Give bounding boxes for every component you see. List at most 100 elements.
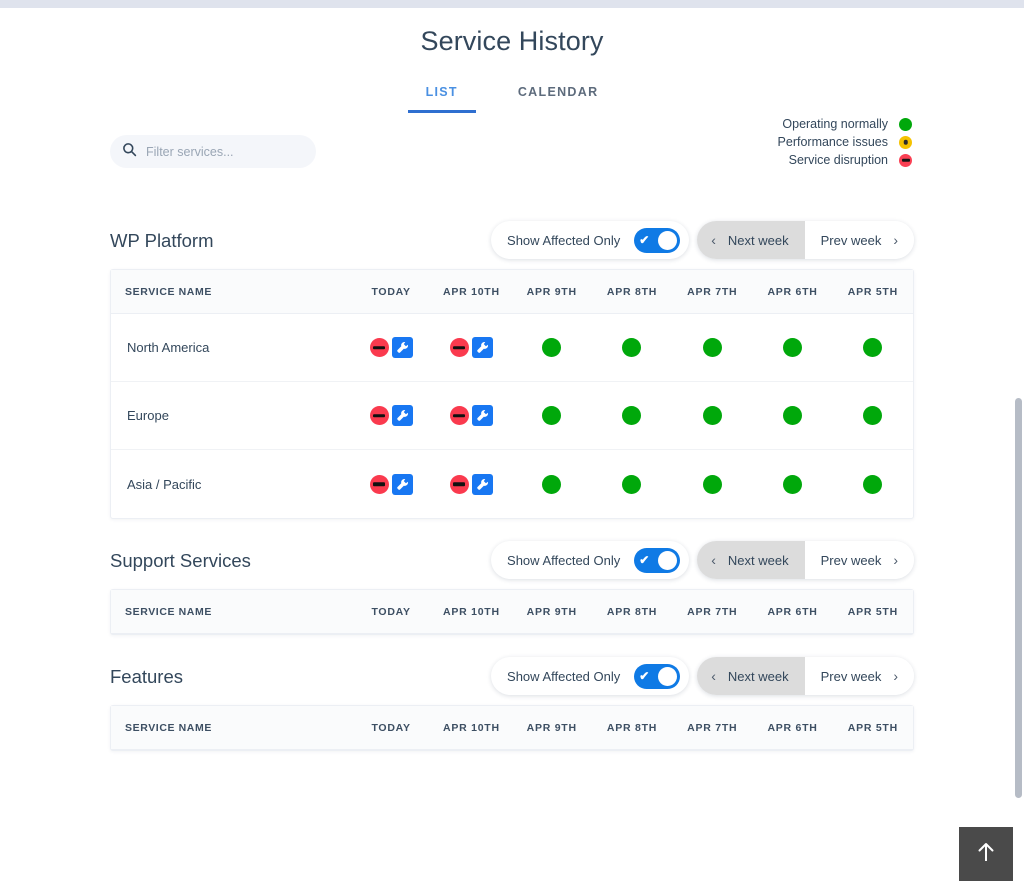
status-ok-icon — [622, 406, 642, 425]
status-cell[interactable] — [672, 338, 752, 357]
status-cell[interactable] — [351, 337, 431, 358]
status-cell[interactable] — [431, 337, 511, 358]
status-cell[interactable] — [592, 474, 672, 494]
status-cell[interactable] — [833, 406, 913, 425]
column-header-day: APR 6TH — [767, 285, 818, 298]
prev-week-label: Prev week — [820, 668, 882, 684]
column-header-day: APR 9TH — [526, 285, 577, 298]
column-header-day: APR 7TH — [687, 721, 738, 734]
status-cell[interactable] — [833, 474, 913, 494]
status-ok-icon — [702, 474, 722, 494]
status-err-icon — [449, 338, 469, 357]
search-icon — [122, 142, 137, 162]
section-header: Features Show Affected Only ✔ ‹ Next week Pre… — [0, 649, 1024, 705]
service-table: SERVICE NAME TODAY APR 10TH APR 9TH APR 8TH A… — [110, 269, 914, 519]
status-cell[interactable] — [592, 338, 672, 357]
service-section: WP Platform Show Affected Only ✔ ‹ Next week… — [0, 213, 1024, 519]
status-cell[interactable] — [512, 474, 592, 494]
next-week-label: Next week — [727, 552, 789, 568]
section-header: WP Platform Show Affected Only ✔ ‹ Next week… — [0, 213, 1024, 269]
service-history-page: Service History LIST CALENDAR Operating n… — [0, 8, 1024, 889]
legend-status-warn-icon — [899, 135, 912, 149]
column-header-day: APR 8TH — [606, 605, 658, 618]
status-cell[interactable] — [672, 406, 752, 425]
status-cell[interactable] — [351, 405, 431, 426]
tab-calendar[interactable]: CALENDAR — [500, 79, 617, 113]
show-affected-only-control[interactable]: Show Affected Only ✔ — [491, 221, 690, 259]
wrench-icon — [471, 405, 493, 426]
column-header-day: APR 5TH — [847, 605, 898, 618]
column-header-day: APR 7TH — [687, 605, 738, 618]
legend-status-err-icon — [899, 153, 912, 167]
show-affected-only-label: Show Affected Only — [507, 668, 621, 684]
scrollbar-thumb[interactable] — [1015, 398, 1022, 798]
show-affected-only-control[interactable]: Show Affected Only ✔ — [491, 657, 690, 695]
status-ok-icon — [542, 474, 562, 494]
column-header-day: APR 10TH — [443, 721, 500, 734]
prev-week-label: Prev week — [820, 552, 882, 568]
page-scrollbar[interactable] — [1013, 8, 1024, 889]
scroll-to-top-button[interactable] — [959, 827, 1013, 881]
next-week-button[interactable]: ‹ Next week — [697, 541, 805, 579]
status-cell[interactable] — [752, 474, 832, 494]
section-controls: Show Affected Only ✔ ‹ Next week Prev week › — [491, 541, 914, 579]
status-cell[interactable] — [512, 406, 592, 425]
table-row[interactable]: Asia / Pacific — [111, 450, 913, 518]
section-controls: Show Affected Only ✔ ‹ Next week Prev week › — [491, 657, 914, 695]
prev-week-button[interactable]: Prev week › — [804, 657, 914, 695]
column-header-day: APR 6TH — [767, 605, 818, 618]
arrow-up-icon — [975, 840, 997, 869]
status-ok-icon — [783, 406, 803, 425]
column-header-service-name: SERVICE NAME — [125, 285, 212, 298]
search-box[interactable] — [110, 135, 316, 168]
show-affected-only-control[interactable]: Show Affected Only ✔ — [491, 541, 690, 579]
chevron-left-icon: ‹ — [711, 668, 716, 684]
status-cell[interactable] — [833, 338, 913, 357]
status-err-icon — [449, 474, 469, 494]
column-header-day: APR 9TH — [526, 605, 577, 618]
status-cell[interactable] — [592, 406, 672, 425]
column-header-day: APR 10TH — [443, 605, 500, 618]
prev-week-button[interactable]: Prev week › — [804, 221, 914, 259]
status-ok-icon — [542, 406, 562, 425]
legend-item: Operating normally — [782, 117, 912, 131]
section-header: Support Services Show Affected Only ✔ ‹ Next… — [0, 533, 1024, 589]
show-affected-only-toggle[interactable]: ✔ — [634, 547, 681, 573]
table-row[interactable]: North America — [111, 314, 913, 382]
browser-top-strip — [0, 0, 1024, 8]
next-week-button[interactable]: ‹ Next week — [697, 221, 805, 259]
section-title: Support Services — [110, 550, 251, 571]
wrench-icon — [391, 405, 413, 426]
search-input[interactable] — [146, 144, 304, 159]
table-row[interactable]: Europe — [111, 382, 913, 450]
tab-bar: LIST CALENDAR — [0, 79, 1024, 113]
status-ok-icon — [783, 474, 803, 494]
next-week-button[interactable]: ‹ Next week — [697, 657, 805, 695]
utility-row: Operating normally Performance issues Serv… — [0, 117, 1024, 199]
column-header-day: APR 9TH — [526, 721, 577, 734]
status-cell[interactable] — [752, 338, 832, 357]
service-table: SERVICE NAME TODAY APR 10TH APR 9TH APR 8TH A… — [110, 589, 914, 635]
tab-list[interactable]: LIST — [407, 79, 476, 113]
toggle-knob — [658, 230, 678, 250]
status-cell[interactable] — [431, 405, 511, 426]
chevron-right-icon: › — [893, 668, 898, 684]
status-cell[interactable] — [351, 473, 431, 495]
status-cell[interactable] — [431, 473, 511, 495]
check-icon: ✔ — [639, 669, 650, 683]
toggle-knob — [658, 550, 678, 570]
show-affected-only-label: Show Affected Only — [507, 552, 621, 568]
status-ok-icon — [622, 338, 642, 357]
next-week-label: Next week — [727, 232, 789, 248]
legend-item: Service disruption — [789, 153, 912, 167]
prev-week-button[interactable]: Prev week › — [804, 541, 914, 579]
show-affected-only-toggle[interactable]: ✔ — [634, 663, 681, 689]
status-cell[interactable] — [512, 338, 592, 357]
status-cell[interactable] — [752, 406, 832, 425]
chevron-left-icon: ‹ — [711, 232, 716, 248]
column-header-day: APR 7TH — [687, 285, 738, 298]
service-name-cell: North America — [127, 340, 210, 355]
status-cell[interactable] — [672, 474, 752, 494]
column-header-day: APR 5TH — [847, 721, 898, 734]
show-affected-only-toggle[interactable]: ✔ — [634, 227, 681, 253]
